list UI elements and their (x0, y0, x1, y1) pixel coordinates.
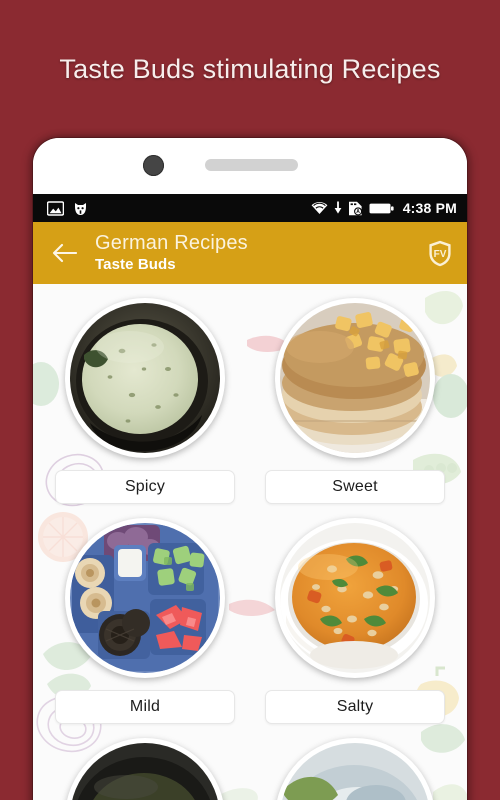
category-label-pill[interactable]: Spicy (55, 470, 235, 504)
category-thumbnail-salty[interactable] (275, 518, 435, 678)
category-card[interactable]: Mild (49, 518, 241, 738)
category-image-salty (280, 523, 430, 673)
app-bar-titles: German Recipes Taste Buds (95, 232, 248, 273)
cat-app-icon (75, 202, 86, 215)
category-image-mild (70, 523, 220, 673)
category-list-content: Spicy Sweet Mild Salty (33, 284, 467, 800)
status-bar-clock: 4:38 PM (402, 200, 457, 216)
category-label-pill[interactable]: Salty (265, 690, 445, 724)
category-label-pill[interactable]: Sweet (265, 470, 445, 504)
app-bar: German Recipes Taste Buds FV (33, 222, 467, 284)
bento-lunchbox-image (70, 523, 220, 673)
category-card[interactable] (49, 738, 241, 800)
pale-dish-image (280, 743, 430, 800)
category-thumbnail-row3-right[interactable] (275, 738, 435, 800)
front-camera-icon (143, 155, 164, 176)
shield-badge-icon: FV (429, 240, 451, 266)
photo-icon (47, 200, 64, 216)
category-image-spicy (70, 303, 220, 453)
back-arrow-icon (52, 243, 77, 263)
promo-banner: Taste Buds stimulating Recipes (0, 0, 500, 138)
category-thumbnail-sweet[interactable] (275, 298, 435, 458)
category-card[interactable]: Salty (259, 518, 451, 738)
svg-text:A: A (356, 209, 360, 215)
category-image-sweet (280, 303, 430, 453)
back-button[interactable] (47, 236, 81, 270)
svg-text:FV: FV (434, 249, 447, 260)
category-grid: Spicy Sweet Mild Salty (33, 284, 467, 800)
pancake-stack-image (280, 303, 430, 453)
category-label: Mild (129, 698, 161, 715)
battery-icon (369, 203, 394, 213)
category-card[interactable]: Spicy (49, 298, 241, 518)
soup-in-pan-image (70, 303, 220, 453)
sim-card-a-icon: A (348, 201, 362, 215)
category-label: Spicy (124, 478, 166, 495)
category-image-row3-right (280, 743, 430, 800)
dark-skillet-image (70, 743, 220, 800)
category-thumbnail-spicy[interactable] (65, 298, 225, 458)
category-label: Salty (336, 698, 374, 715)
download-arrow-icon (334, 201, 342, 214)
vegetable-stew-image (280, 523, 430, 673)
app-bar-subtitle: Taste Buds (95, 255, 176, 273)
category-image-row3-left (70, 743, 220, 800)
wifi-icon (311, 202, 328, 214)
category-thumbnail-mild[interactable] (65, 518, 225, 678)
category-card[interactable] (259, 738, 451, 800)
android-status-bar: A 4:38 PM (33, 194, 467, 222)
category-card[interactable]: Sweet (259, 298, 451, 518)
category-label-pill[interactable]: Mild (55, 690, 235, 724)
device-bezel-top (33, 138, 467, 194)
phone-screen: A 4:38 PM German Recipes Taste Buds FV S… (33, 194, 467, 800)
promo-title: Taste Buds stimulating Recipes (59, 54, 441, 84)
status-bar-right-icons: A 4:38 PM (311, 200, 457, 216)
status-bar-left-icons (47, 200, 88, 216)
earpiece-speaker-icon (205, 159, 298, 171)
app-bar-title: German Recipes (95, 232, 248, 255)
category-thumbnail-row3-left[interactable] (65, 738, 225, 800)
phone-device-frame: A 4:38 PM German Recipes Taste Buds FV S… (33, 138, 467, 800)
category-label: Sweet (332, 478, 378, 495)
app-bar-action-button[interactable]: FV (425, 238, 455, 268)
